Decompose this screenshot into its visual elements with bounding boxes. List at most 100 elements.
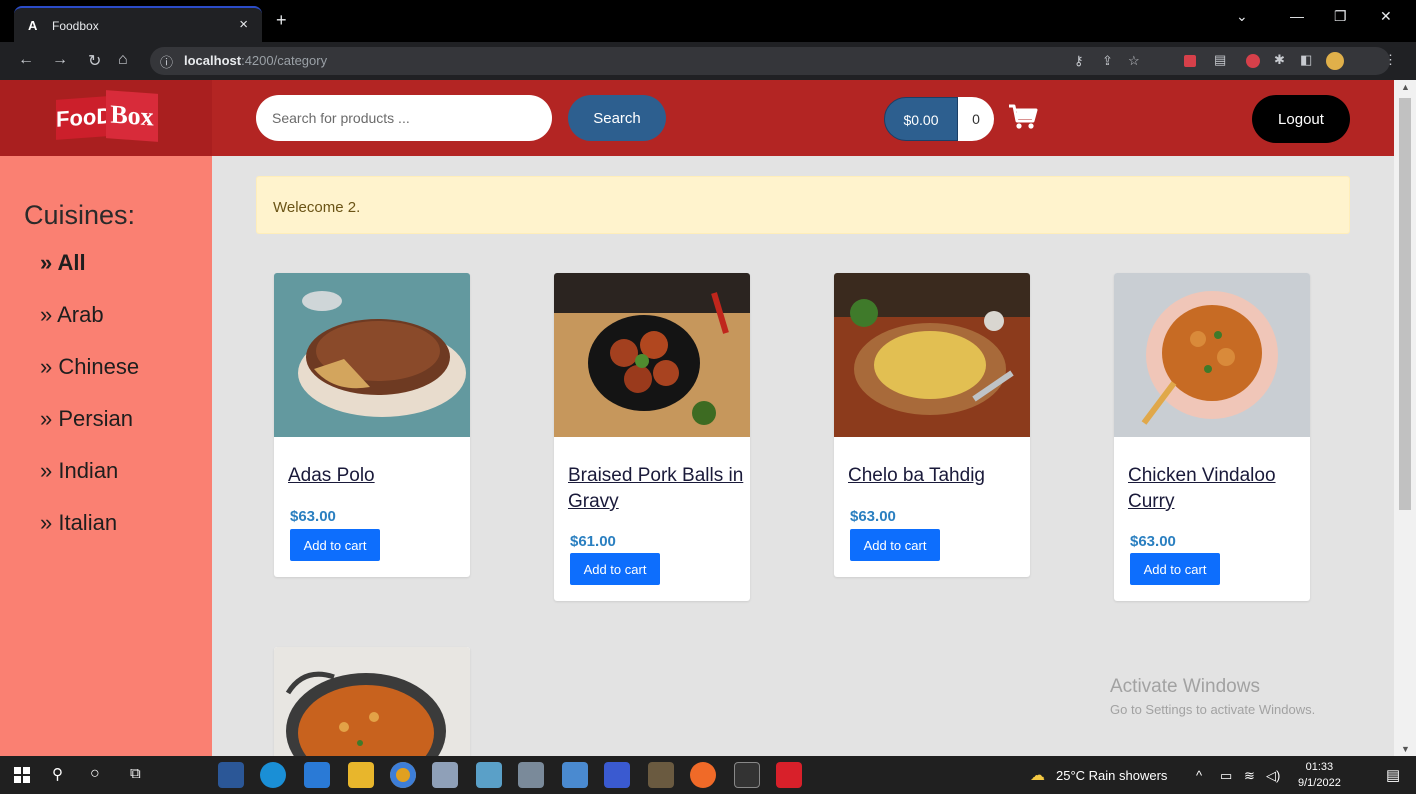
windows-start-icon[interactable]	[14, 767, 30, 783]
sidebar-item-italian[interactable]: » Italian	[40, 510, 117, 536]
product-name[interactable]: Braised Pork Balls in Gravy	[568, 463, 744, 515]
scrollbar-thumb[interactable]	[1399, 98, 1411, 510]
logo-right-block: Box	[106, 90, 158, 142]
add-to-cart-button[interactable]: Add to cart	[290, 529, 380, 561]
product-card: Chelo ba Tahdig $63.00 Add to cart	[834, 273, 1030, 577]
game-app-icon[interactable]	[648, 762, 674, 788]
add-to-cart-button[interactable]: Add to cart	[570, 553, 660, 585]
clock-time: 01:33	[1305, 761, 1334, 773]
browser-tab[interactable]: A Foodbox ×	[14, 6, 262, 42]
home-icon[interactable]: ⌂	[118, 51, 128, 69]
extension-adblock-icon[interactable]	[1246, 54, 1260, 68]
battery-icon[interactable]: ▭	[1220, 768, 1232, 784]
product-image[interactable]	[1114, 273, 1310, 437]
product-image[interactable]	[554, 273, 750, 437]
close-tab-icon[interactable]: ×	[239, 16, 248, 33]
tab-search-icon[interactable]: ⌄	[1236, 8, 1248, 25]
product-name[interactable]: Adas Polo	[288, 463, 464, 489]
sidebar-item-arab[interactable]: » Arab	[40, 302, 104, 328]
edge-app-icon[interactable]	[260, 762, 286, 788]
search-icon[interactable]: ⚲	[52, 765, 63, 783]
chicken-vindaloo-photo	[1114, 273, 1310, 437]
tab-title: Foodbox	[52, 19, 99, 33]
back-icon[interactable]: ←	[18, 51, 34, 69]
store-app-icon[interactable]	[218, 762, 244, 788]
system-clock[interactable]: 01:33 9/1/2022	[1298, 759, 1341, 791]
sticky-app-icon[interactable]	[476, 762, 502, 788]
reload-icon[interactable]: ↻	[88, 51, 101, 71]
watermark-title: Activate Windows	[1110, 676, 1260, 697]
cart-item-count: 0	[958, 97, 994, 141]
cart-summary[interactable]: $0.00 0	[884, 97, 994, 141]
add-to-cart-button[interactable]: Add to cart	[1130, 553, 1220, 585]
side-panel-icon[interactable]: ◧	[1300, 52, 1312, 68]
product-card	[274, 647, 470, 756]
foodbox-logo[interactable]: FooD Box	[56, 90, 160, 142]
weather-icon[interactable]: ☁	[1030, 766, 1045, 784]
logout-button[interactable]: Logout	[1252, 95, 1350, 143]
network-app-icon[interactable]	[518, 762, 544, 788]
vscode-app-icon[interactable]	[304, 762, 330, 788]
logo-right-text: Box	[110, 99, 154, 132]
site-info-icon[interactable]: ⓘ	[160, 52, 173, 71]
logo-left-text: FooD	[56, 102, 113, 132]
extensions-puzzle-icon[interactable]: ✱	[1274, 52, 1285, 68]
scroll-down-icon[interactable]: ▼	[1401, 744, 1410, 754]
product-price: $63.00	[850, 508, 896, 525]
search-button[interactable]: Search	[568, 95, 666, 141]
sidebar-item-chinese[interactable]: » Chinese	[40, 354, 139, 380]
chelo-tahdig-photo	[834, 273, 1030, 437]
terminal-app-icon[interactable]	[734, 762, 760, 788]
product-image[interactable]	[274, 273, 470, 437]
restore-icon[interactable]: ❐	[1334, 8, 1347, 25]
scroll-up-icon[interactable]: ▲	[1401, 82, 1410, 92]
volume-icon[interactable]: ◁)	[1266, 768, 1280, 784]
weather-text[interactable]: 25°C Rain showers	[1056, 768, 1167, 783]
product-name[interactable]: Chicken Vindaloo Curry	[1128, 463, 1304, 515]
product-image[interactable]	[834, 273, 1030, 437]
share-icon[interactable]: ⇪	[1102, 53, 1113, 69]
sidebar-item-indian[interactable]: » Indian	[40, 458, 118, 484]
cortana-icon[interactable]: ○	[90, 765, 100, 783]
search-input[interactable]	[256, 95, 552, 141]
chrome-app-icon[interactable]	[390, 762, 416, 788]
acrobat-app-icon[interactable]	[776, 762, 802, 788]
windows-taskbar: ⚲ ○ ⧉ ☁ 25°C Rain showers ^ ▭ ≋ ◁) 01:33…	[0, 756, 1416, 794]
cart-total-amount: $0.00	[884, 97, 958, 141]
adas-polo-photo	[274, 273, 470, 437]
notifications-icon[interactable]: ▤	[1386, 766, 1400, 784]
task-view-icon[interactable]: ⧉	[130, 765, 141, 782]
forward-icon[interactable]: →	[52, 51, 68, 69]
postman-app-icon[interactable]	[690, 762, 716, 788]
file-explorer-icon[interactable]	[348, 762, 374, 788]
sidebar-item-persian[interactable]: » Persian	[40, 406, 133, 432]
minimize-icon[interactable]: —	[1290, 8, 1304, 24]
tray-chevron-icon[interactable]: ^	[1196, 768, 1202, 783]
key-icon[interactable]: ⚷	[1074, 53, 1084, 69]
wifi-icon[interactable]: ≋	[1244, 768, 1255, 784]
extension-pocket-icon[interactable]	[1184, 55, 1196, 67]
browser-toolbar: ← → ↻ ⌂ ⓘ localhost:4200/category ⚷ ⇪ ☆ …	[0, 42, 1416, 80]
page-scrollbar[interactable]: ▲ ▼	[1394, 80, 1416, 756]
shopping-cart-icon[interactable]	[1008, 104, 1038, 130]
profile-avatar-icon[interactable]	[1326, 52, 1344, 70]
remote-app-icon[interactable]	[562, 762, 588, 788]
add-to-cart-button[interactable]: Add to cart	[850, 529, 940, 561]
product-price: $63.00	[1130, 533, 1176, 550]
close-window-icon[interactable]: ✕	[1380, 8, 1392, 25]
paint-app-icon[interactable]	[432, 762, 458, 788]
bookmark-star-icon[interactable]: ☆	[1128, 53, 1140, 69]
menu-kebab-icon[interactable]: ⋮	[1384, 52, 1397, 68]
address-bar[interactable]: ⓘ localhost:4200/category ⚷ ⇪ ☆	[150, 47, 1390, 75]
visual-studio-icon[interactable]	[604, 762, 630, 788]
cuisine-sidebar: Cuisines: » All » Arab » Chinese » Persi…	[0, 156, 212, 756]
new-tab-button[interactable]: +	[276, 10, 287, 31]
product-card: Adas Polo $63.00 Add to cart	[274, 273, 470, 577]
product-name[interactable]: Chelo ba Tahdig	[848, 463, 1024, 489]
extension-clipboard-icon[interactable]: ▤	[1214, 52, 1226, 68]
product-price: $63.00	[290, 508, 336, 525]
product-card: Chicken Vindaloo Curry $63.00 Add to car…	[1114, 273, 1310, 601]
product-image[interactable]	[274, 647, 470, 756]
cuisines-heading: Cuisines:	[24, 200, 136, 230]
sidebar-item-all[interactable]: » All	[40, 250, 86, 276]
